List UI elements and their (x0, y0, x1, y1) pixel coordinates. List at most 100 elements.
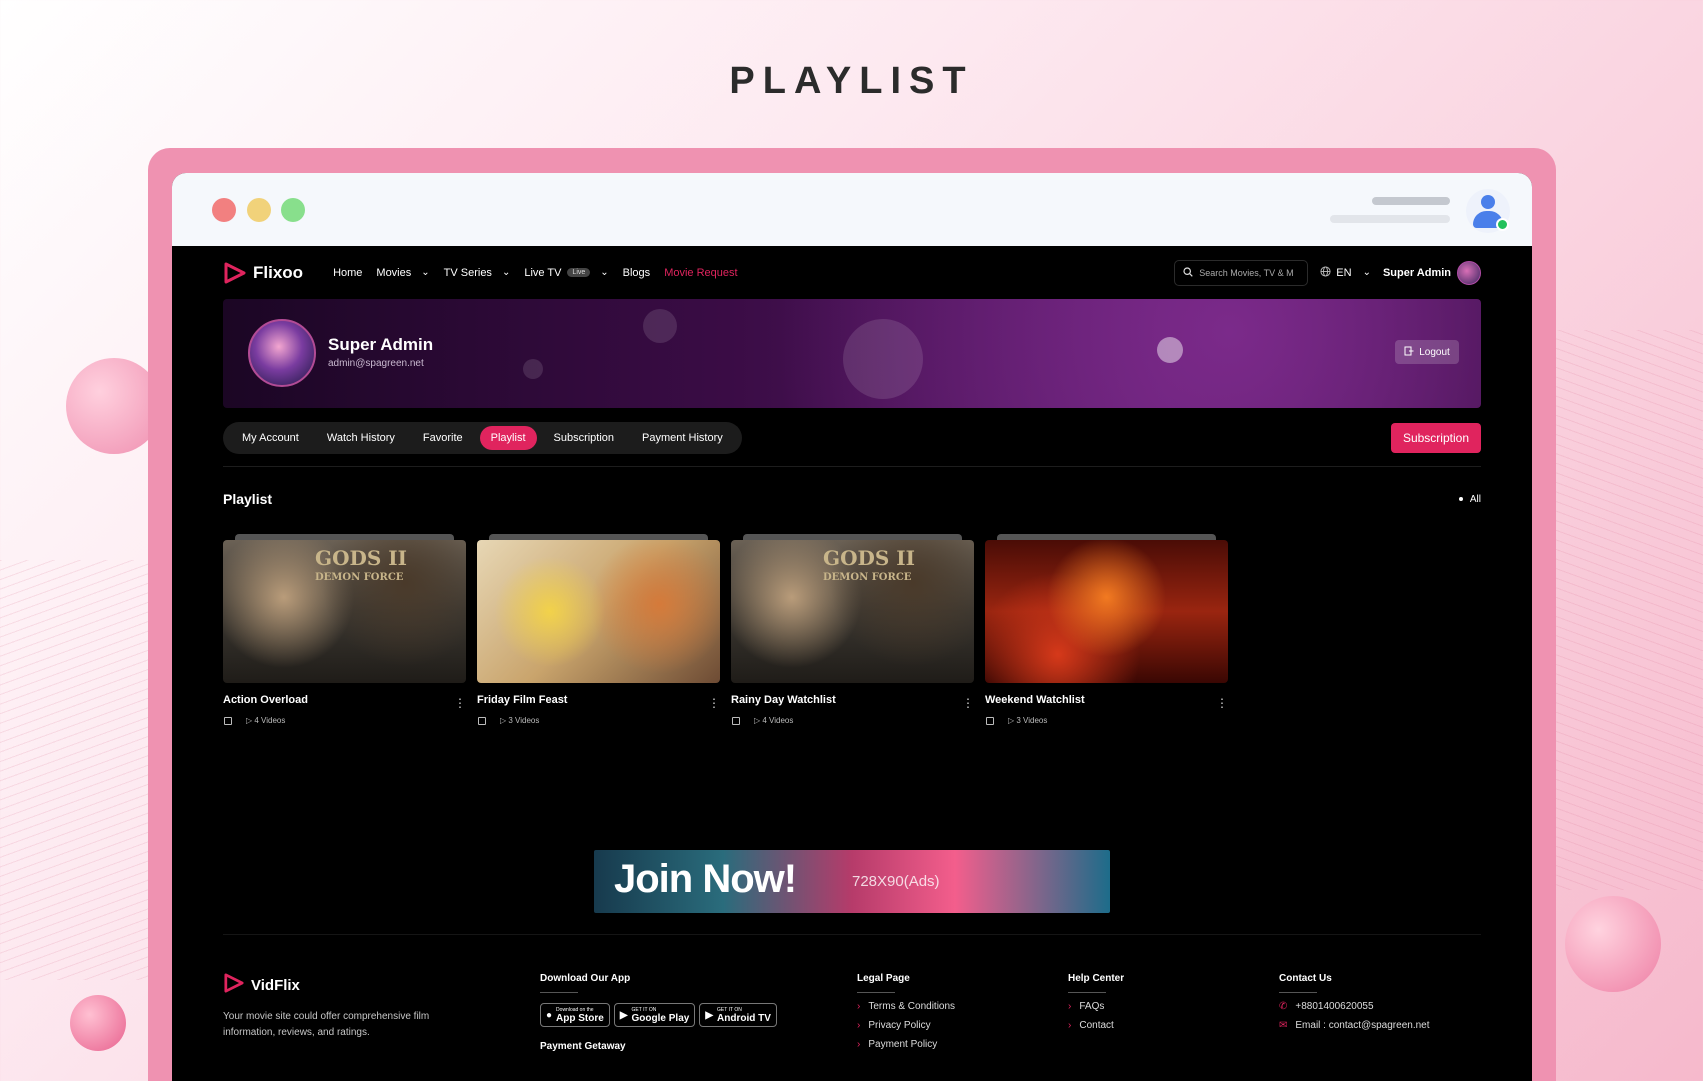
lock-icon (986, 716, 994, 725)
contact-email[interactable]: ✉ Email : contact@spagreen.net (1279, 1020, 1430, 1031)
footer-contact: Contact Us ✆ +8801400620055 ✉ Email : co… (1279, 973, 1430, 1052)
nav-item-label: Live TV (524, 266, 562, 279)
brand-logo[interactable]: Flixoo (223, 262, 303, 284)
playlist-card[interactable]: Weekend Watchlist ⋮ ▷ 3 Videos (985, 534, 1228, 725)
avatar (248, 319, 316, 387)
phone-text: +8801400620055 (1295, 1001, 1374, 1012)
app-badge-app-store[interactable]: ● Download on the App Store (540, 1003, 610, 1027)
email-text: Email : contact@spagreen.net (1295, 1020, 1430, 1031)
phone-icon: ✆ (1279, 1001, 1288, 1012)
tab-subscription[interactable]: Subscription (543, 426, 626, 450)
playlist-card[interactable]: GODS II DEMON FORCE Action Overload ⋮ ▷ 4 Vi… (223, 534, 466, 725)
footer: VidFlix Your movie site could offer comp… (223, 973, 1481, 1052)
filter-all[interactable]: All (1458, 494, 1481, 505)
playlist-card[interactable]: Friday Film Feast ⋮ ▷ 3 Videos (477, 534, 720, 725)
playlist-title[interactable]: Action Overload (223, 694, 308, 710)
tab-my-account[interactable]: My Account (231, 426, 310, 450)
play-logo-icon (223, 262, 247, 284)
footer-brand: VidFlix Your movie site could offer comp… (223, 973, 540, 1052)
profile-tabs-row: My Account Watch History Favorite Playlist S… (223, 422, 1481, 454)
minimize-dot[interactable] (247, 198, 271, 222)
mail-icon: ✉ (1279, 1020, 1288, 1031)
logout-label: Logout (1419, 346, 1450, 358)
close-dot[interactable] (212, 198, 236, 222)
playlist-header: Playlist All (223, 491, 1481, 507)
nav-item-label: TV Series (443, 266, 492, 279)
chevron-right-icon: › (857, 1001, 861, 1012)
footer-brand-name: VidFlix (251, 976, 300, 994)
play-logo-icon (223, 973, 245, 997)
heading-underline (1068, 992, 1106, 993)
tab-favorite[interactable]: Favorite (412, 426, 474, 450)
nav-item-live-tv[interactable]: Live TV Live ⌄ (524, 267, 608, 279)
more-options-icon[interactable]: ⋮ (1216, 696, 1228, 710)
footer-legal: Legal Page › Terms & Conditions › Privacy P… (857, 973, 1068, 1052)
contact-phone[interactable]: ✆ +8801400620055 (1279, 1001, 1430, 1012)
ad-banner[interactable]: Join Now! 728X90(Ads) (594, 850, 1110, 913)
nav-item-movies[interactable]: Movies ⌄ (376, 267, 429, 279)
footer-logo[interactable]: VidFlix (223, 973, 540, 997)
footer-download: Download Our App ● Download on the App Sto… (540, 973, 857, 1052)
nav-item-blogs[interactable]: Blogs (623, 267, 651, 279)
nav-item-tv-series[interactable]: TV Series ⌄ (444, 267, 511, 279)
chevron-right-icon: › (1068, 1020, 1072, 1031)
chevron-down-icon: ⌄ (600, 267, 609, 278)
subscription-button[interactable]: Subscription (1390, 423, 1481, 453)
lock-icon (224, 716, 232, 725)
more-options-icon[interactable]: ⋮ (708, 696, 720, 710)
footer-link[interactable]: › Terms & Conditions (857, 1001, 1068, 1012)
nav-item-movie-request[interactable]: Movie Request (664, 267, 737, 279)
user-menu[interactable]: Super Admin (1382, 260, 1481, 285)
playlist-thumbnail[interactable]: GODS II DEMON FORCE (223, 534, 466, 684)
tab-watch-history[interactable]: Watch History (316, 426, 406, 450)
brand-name: Flixoo (253, 262, 304, 282)
window-titlebar (172, 173, 1532, 246)
tab-payment-history[interactable]: Payment History (631, 426, 734, 450)
language-selector[interactable]: EN ⌄ (1320, 265, 1371, 280)
payment-heading: Payment Getaway (540, 1041, 626, 1052)
playlist-title[interactable]: Weekend Watchlist (985, 694, 1085, 710)
footer-link-label: Contact (1079, 1020, 1114, 1031)
tab-playlist[interactable]: Playlist (479, 426, 537, 450)
poster-image (477, 540, 720, 683)
playlist-title[interactable]: Friday Film Feast (477, 694, 567, 710)
playlist-grid: GODS II DEMON FORCE Action Overload ⋮ ▷ 4 Vi… (223, 534, 1481, 725)
language-label: EN (1336, 266, 1352, 279)
search-input[interactable]: Search Movies, TV & M (1174, 259, 1309, 286)
user-name: Super Admin (1382, 266, 1451, 279)
maximize-dot[interactable] (281, 198, 305, 222)
user-avatar-icon[interactable] (1466, 189, 1510, 233)
app-badges: ● Download on the App Store ▶ GET IT ON Googl… (540, 1003, 857, 1027)
playlist-thumbnail[interactable] (477, 534, 720, 684)
more-options-icon[interactable]: ⋮ (962, 696, 974, 710)
search-icon (1183, 266, 1194, 279)
footer-link[interactable]: › Payment Policy (857, 1039, 1068, 1050)
nav-item-label: Home (333, 266, 363, 279)
poster-title: GODS II DEMON FORCE (823, 546, 915, 583)
banner-bokeh (843, 319, 923, 399)
playlist-thumbnail[interactable]: GODS II DEMON FORCE (731, 534, 974, 684)
profile-email: admin@spagreen.net (328, 358, 424, 369)
chevron-down-icon: ⌄ (1362, 267, 1371, 278)
footer-description: Your movie site could offer comprehensiv… (223, 1011, 430, 1038)
footer-link[interactable]: › FAQs (1068, 1001, 1279, 1012)
more-options-icon[interactable]: ⋮ (454, 696, 466, 710)
poster-title: GODS II DEMON FORCE (315, 546, 407, 583)
globe-icon (1320, 265, 1331, 280)
search-placeholder: Search Movies, TV & M (1199, 267, 1294, 278)
footer-link[interactable]: › Privacy Policy (857, 1020, 1068, 1031)
chevron-right-icon: › (1068, 1001, 1072, 1012)
nav-item-home[interactable]: Home (333, 267, 362, 279)
poster-image: GODS II DEMON FORCE (731, 540, 974, 683)
playlist-card[interactable]: GODS II DEMON FORCE Rainy Day Watchlist ⋮ ▷ … (731, 534, 974, 725)
playlist-title[interactable]: Rainy Day Watchlist (731, 694, 836, 710)
decor-lines (0, 560, 160, 980)
footer-heading: Contact Us (1279, 973, 1332, 984)
app-badge-google-play[interactable]: ▶ GET IT ON Google Play (613, 1003, 696, 1027)
footer-link-label: Payment Policy (868, 1039, 938, 1050)
app-badge-android-tv[interactable]: ▶ GET IT ON Android TV (699, 1003, 777, 1027)
footer-link[interactable]: › Contact (1068, 1020, 1279, 1031)
logout-button[interactable]: Logout (1395, 340, 1459, 364)
playlist-thumbnail[interactable] (985, 534, 1228, 684)
decor-lines (1543, 330, 1703, 890)
